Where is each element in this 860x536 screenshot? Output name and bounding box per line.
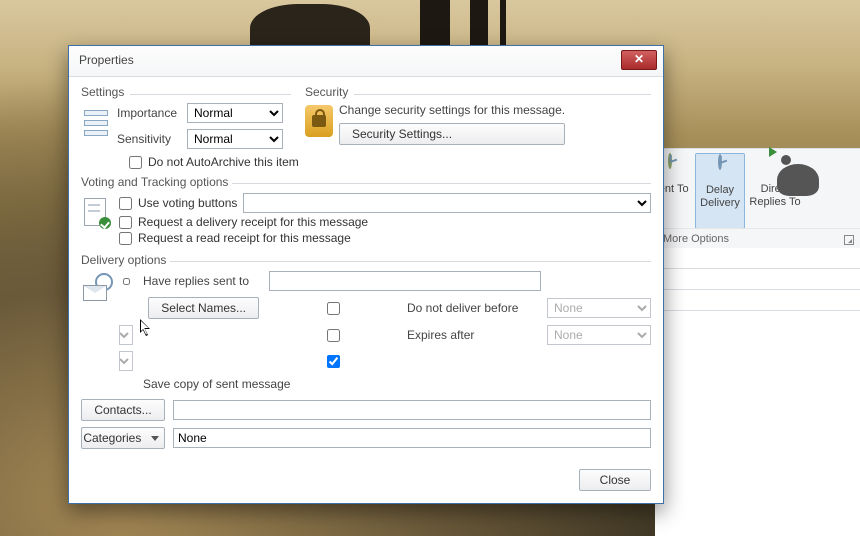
- delivery-receipt-checkbox[interactable]: [119, 216, 132, 229]
- do-not-deliver-date-select[interactable]: None: [547, 298, 651, 318]
- settings-list-icon: [81, 107, 111, 139]
- dialog-title: Properties: [79, 53, 134, 67]
- ribbon-delay-l1: Delay: [706, 184, 734, 196]
- autoarchive-label: Do not AutoArchive this item: [148, 155, 299, 169]
- expires-after-label: Expires after: [407, 328, 537, 342]
- bg-white-panel: [655, 248, 860, 536]
- voting-legend: Voting and Tracking options: [81, 175, 228, 191]
- properties-dialog: Properties ✕ Settings Importance: [68, 45, 664, 504]
- sensitivity-label: Sensitivity: [117, 132, 181, 146]
- close-button[interactable]: Close: [579, 469, 651, 491]
- ribbon-delay-l2: Delivery: [700, 197, 740, 209]
- ribbon-group-label: More Options: [663, 233, 729, 245]
- expires-after-time-select[interactable]: 12:00 AM: [119, 351, 133, 371]
- use-voting-buttons-checkbox[interactable]: [119, 197, 132, 210]
- categories-button[interactable]: Categories: [81, 427, 165, 449]
- have-replies-checkbox[interactable]: [123, 275, 130, 288]
- contacts-input[interactable]: [173, 400, 651, 420]
- save-copy-label: Save copy of sent message: [143, 377, 651, 391]
- do-not-deliver-checkbox[interactable]: [273, 302, 394, 315]
- security-legend: Security: [305, 85, 348, 101]
- delivery-clock-envelope-icon: [81, 273, 111, 307]
- delay-delivery-button[interactable]: Delay Delivery: [695, 153, 745, 229]
- use-voting-label: Use voting buttons: [138, 196, 237, 210]
- sensitivity-select[interactable]: Normal: [187, 129, 283, 149]
- read-receipt-checkbox[interactable]: [119, 232, 132, 245]
- categories-input[interactable]: [173, 428, 651, 448]
- dialog-launcher-icon[interactable]: [844, 235, 854, 245]
- importance-label: Importance: [117, 106, 181, 120]
- voting-buttons-select[interactable]: [243, 193, 651, 213]
- ribbon-more-options-group: Sent To Delay Delivery Direct Replies To…: [655, 148, 860, 250]
- security-settings-button[interactable]: Security Settings...: [339, 123, 565, 145]
- do-not-deliver-label: Do not deliver before: [407, 301, 537, 315]
- expires-after-checkbox[interactable]: [273, 329, 394, 342]
- close-window-button[interactable]: ✕: [621, 50, 657, 70]
- ribbon-direct-l2: Replies To: [749, 196, 800, 208]
- titlebar[interactable]: Properties ✕: [69, 46, 663, 77]
- select-names-button[interactable]: Select Names...: [148, 297, 259, 319]
- person-arrow-icon: [762, 155, 788, 181]
- ribbon-sent-l2: To: [677, 183, 689, 195]
- expires-after-date-select[interactable]: None: [547, 325, 651, 345]
- have-replies-label: Have replies sent to: [143, 274, 259, 288]
- autoarchive-checkbox[interactable]: [129, 156, 142, 169]
- delivery-legend: Delivery options: [81, 253, 166, 269]
- close-icon: ✕: [634, 52, 644, 66]
- have-replies-input[interactable]: [269, 271, 541, 291]
- security-text: Change security settings for this messag…: [339, 103, 565, 117]
- direct-replies-to-button[interactable]: Direct Replies To: [747, 153, 803, 209]
- settings-legend: Settings: [81, 85, 124, 101]
- delivery-receipt-label: Request a delivery receipt for this mess…: [138, 215, 368, 229]
- read-receipt-label: Request a read receipt for this message: [138, 231, 351, 245]
- save-copy-checkbox[interactable]: [273, 355, 394, 368]
- security-shield-icon: [305, 105, 333, 137]
- importance-select[interactable]: Normal: [187, 103, 283, 123]
- contacts-button[interactable]: Contacts...: [81, 399, 165, 421]
- categories-button-label: Categories: [83, 431, 141, 445]
- do-not-deliver-time-select[interactable]: 12:00 AM: [119, 325, 133, 345]
- clock-envelope-icon: [707, 156, 733, 182]
- voting-sheet-icon: [81, 195, 111, 229]
